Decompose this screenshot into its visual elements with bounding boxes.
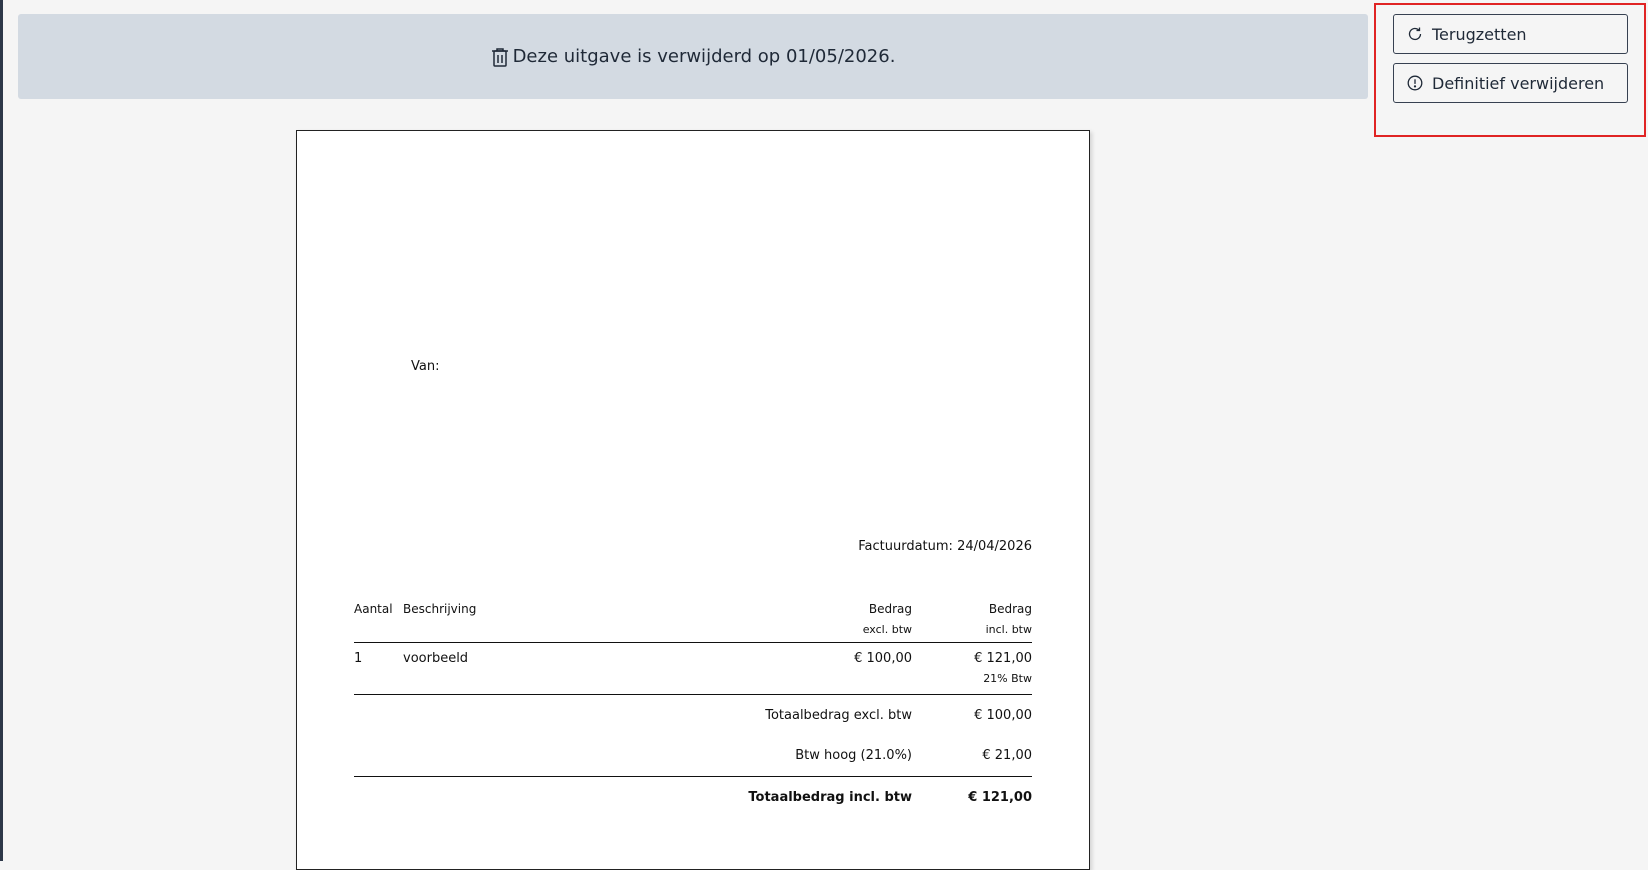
- invoice-document: Van: Factuurdatum: 24/04/2026 Aantal Bes…: [296, 130, 1090, 870]
- line-description: voorbeeld: [403, 651, 469, 666]
- line-qty: 1: [354, 651, 363, 666]
- total-excl-label: Totaalbedrag excl. btw: [765, 708, 912, 723]
- total-excl-value: € 100,00: [974, 708, 1032, 723]
- line-vat-rate: 21% Btw: [983, 672, 1032, 685]
- column-header-amount-excl: Bedrag excl. btw: [862, 602, 912, 636]
- refresh-icon: [1407, 26, 1423, 42]
- column-header-description: Beschrijving: [403, 602, 477, 616]
- invoice-line-row: 1 voorbeeld € 100,00 € 121,00 21% Btw: [354, 644, 1032, 695]
- total-incl-row: Totaalbedrag incl. btw € 121,00: [354, 777, 1032, 817]
- column-header-qty: Aantal: [354, 602, 393, 616]
- vat-row: Btw hoog (21.0%) € 21,00: [354, 737, 1032, 777]
- alert-circle-icon: [1407, 75, 1423, 91]
- window-left-edge: [0, 0, 3, 861]
- invoice-table-header: Aantal Beschrijving Bedrag excl. btw Bed…: [354, 599, 1032, 643]
- line-amount-incl: € 121,00: [974, 651, 1032, 666]
- total-excl-row: Totaalbedrag excl. btw € 100,00: [354, 697, 1032, 737]
- trash-icon: [491, 47, 509, 67]
- from-label: Van:: [411, 359, 440, 374]
- delete-permanently-button[interactable]: Definitief verwijderen: [1393, 63, 1628, 103]
- line-amount-excl: € 100,00: [854, 651, 912, 666]
- vat-value: € 21,00: [982, 748, 1032, 763]
- total-incl-label: Totaalbedrag incl. btw: [748, 790, 912, 805]
- delete-permanently-button-label: Definitief verwijderen: [1432, 73, 1605, 93]
- deleted-banner-text: Deze uitgave is verwijderd op 01/05/2026…: [512, 46, 896, 67]
- vat-label: Btw hoog (21.0%): [795, 748, 912, 763]
- total-incl-value: € 121,00: [968, 790, 1032, 805]
- restore-button[interactable]: Terugzetten: [1393, 14, 1628, 54]
- restore-button-label: Terugzetten: [1432, 24, 1527, 44]
- column-header-amount-incl: Bedrag incl. btw: [985, 602, 1032, 636]
- invoice-date: Factuurdatum: 24/04/2026: [858, 539, 1032, 554]
- deleted-banner: Deze uitgave is verwijderd op 01/05/2026…: [18, 14, 1368, 99]
